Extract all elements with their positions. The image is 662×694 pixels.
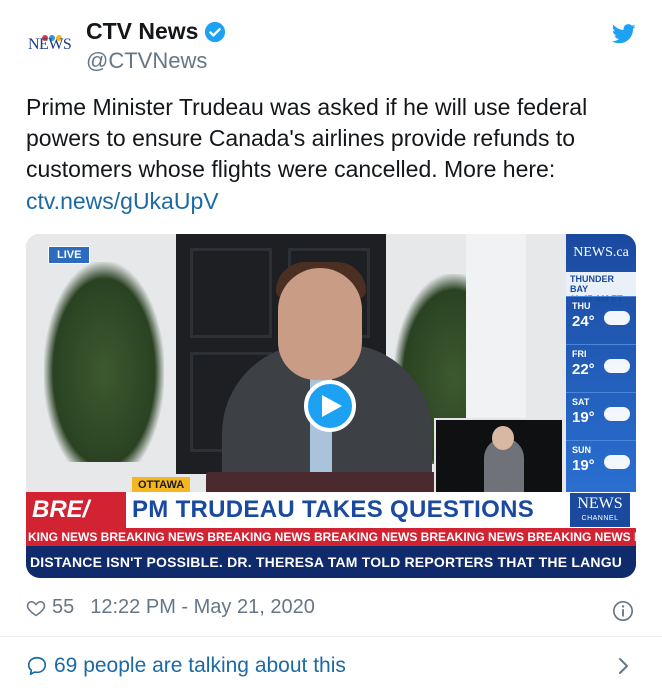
- weather-day-label: THU: [572, 301, 591, 311]
- like-count[interactable]: 55: [52, 596, 74, 619]
- sun-cloud-icon: [604, 359, 630, 373]
- avatar-text: NEWS: [28, 36, 72, 53]
- video-player[interactable]: LIVE NEWS.ca THUNDER BAY 11:47 AM ET THU…: [26, 234, 636, 578]
- author-name[interactable]: CTV News: [86, 18, 226, 45]
- headline-banner: BRE/ PM TRUDEAU TAKES QUESTIONS NEWS CHA…: [26, 492, 636, 528]
- weather-day: SAT 19°: [566, 392, 636, 440]
- twitter-bird-icon[interactable]: [612, 24, 636, 44]
- tweet-timestamp[interactable]: 12:22 PM - May 21, 2020: [90, 596, 315, 619]
- cloud-icon: [604, 407, 630, 421]
- weather-day-label: FRI: [572, 349, 587, 359]
- location-tag: OTTAWA: [132, 477, 191, 493]
- author-name-text: CTV News: [86, 18, 199, 44]
- heart-icon[interactable]: [26, 598, 46, 618]
- live-badge: LIVE: [48, 246, 91, 264]
- tweet-text: Prime Minister Trudeau was asked if he w…: [26, 94, 588, 182]
- weather-day: FRI 22°: [566, 344, 636, 392]
- channel-logo-sub: CHANNEL: [581, 515, 619, 522]
- conversation-link[interactable]: 69 people are talking about this: [26, 654, 346, 678]
- news-channel-logo: NEWS CHANNEL: [570, 493, 630, 527]
- breaking-label: BRE/: [26, 492, 126, 528]
- divider: [0, 636, 662, 637]
- weather-day: THU 24°: [566, 296, 636, 344]
- weather-city: THUNDER BAY 11:47 AM ET: [566, 272, 636, 304]
- breaking-news-ticker: KING NEWS BREAKING NEWS BREAKING NEWS BR…: [26, 528, 636, 546]
- speech-bubble-icon: [27, 656, 47, 676]
- play-button[interactable]: [304, 380, 356, 432]
- author-handle[interactable]: @CTVNews: [86, 48, 207, 74]
- ctv-dots-icon: [42, 28, 64, 41]
- cloud-icon: [604, 311, 630, 325]
- tweet-meta: 55 12:22 PM - May 21, 2020: [26, 596, 315, 619]
- weather-logo: NEWS.ca: [573, 245, 629, 260]
- conversation-text: 69 people are talking about this: [54, 654, 346, 677]
- news-crawl: DISTANCE ISN'T POSSIBLE. DR. THERESA TAM…: [26, 546, 636, 578]
- weather-day: SUN 19°: [566, 440, 636, 488]
- sun-cloud-icon: [604, 455, 630, 469]
- weather-panel: NEWS.ca THUNDER BAY 11:47 AM ET THU 24° …: [566, 234, 636, 494]
- tweet-link[interactable]: ctv.news/gUkaUpV: [26, 188, 219, 215]
- play-icon: [322, 395, 342, 417]
- headline-text: PM TRUDEAU TAKES QUESTIONS: [132, 496, 535, 523]
- speaker-head: [278, 268, 362, 380]
- verified-badge-icon: [205, 21, 226, 42]
- signer-head: [492, 426, 514, 450]
- ctv-news-logo[interactable]: NEWS: [26, 28, 74, 60]
- info-icon[interactable]: [612, 600, 634, 622]
- weather-city-name: THUNDER BAY: [570, 274, 614, 294]
- chevron-right-icon[interactable]: [617, 656, 631, 676]
- weather-day-label: SAT: [572, 397, 590, 407]
- weather-day-label: SUN: [572, 445, 592, 455]
- tweet-card: NEWS CTV News @CTVNews Prime Minister Tr…: [0, 0, 662, 694]
- tree-left: [44, 262, 164, 462]
- channel-logo-text: NEWS: [577, 495, 623, 512]
